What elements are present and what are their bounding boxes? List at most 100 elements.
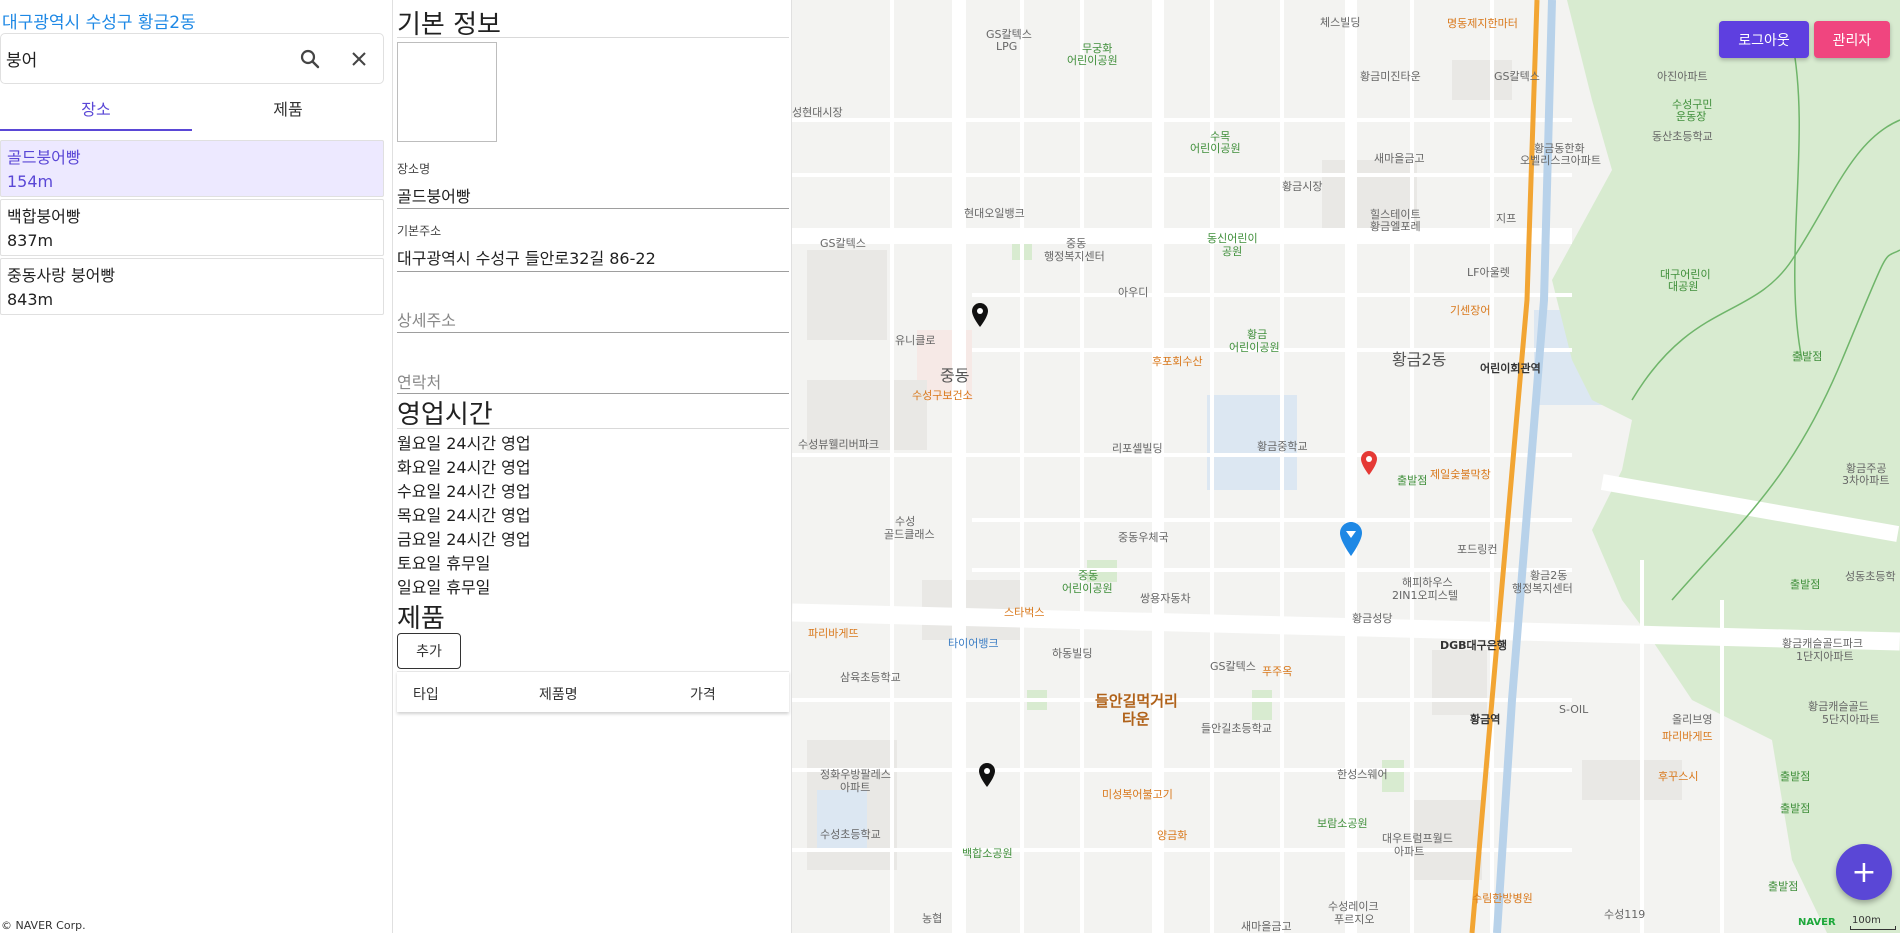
divider xyxy=(397,37,789,38)
hours-row-sun: 일요일 휴무일 xyxy=(397,578,491,597)
map-label: 황금성당 xyxy=(1352,612,1393,625)
map-label: 황금미진타운 xyxy=(1360,70,1421,83)
map-label: 골드클래스 xyxy=(884,528,935,541)
hours-row-sat: 토요일 휴무일 xyxy=(397,554,491,573)
map-label: 올리브영 xyxy=(1672,713,1713,726)
map-label: 하동빌딩 xyxy=(1052,647,1093,660)
list-item[interactable]: 백합붕어빵 837m xyxy=(0,199,384,256)
address-field[interactable]: 대구광역시 수성구 들안로32길 86-22 xyxy=(397,245,656,269)
map-label: 미성복어불고기 xyxy=(1102,788,1173,801)
map-scale-bar xyxy=(1850,926,1896,930)
map-label: 어린이공원 xyxy=(1067,54,1118,67)
store-marker-pin-icon[interactable] xyxy=(979,763,995,787)
map-label: 운동장 xyxy=(1676,110,1707,123)
map-label: 양금화 xyxy=(1157,829,1188,842)
admin-button[interactable]: 관리자 xyxy=(1814,21,1890,58)
basic-info-title: 기본 정보 xyxy=(397,10,501,40)
map-label: 황금시장 xyxy=(1282,180,1323,193)
map-label: 수성초등학교 xyxy=(820,828,881,841)
contact-field[interactable]: 연락처 xyxy=(397,369,441,393)
current-location-title[interactable]: 대구광역시 수성구 황금2동 xyxy=(2,8,196,33)
map-label: 농협 xyxy=(922,912,943,925)
store-marker-pin-icon[interactable] xyxy=(972,303,988,327)
map-label: 5단지아파트 xyxy=(1822,713,1880,726)
map-label: 제일숯불막창 xyxy=(1430,468,1491,481)
map-label: 타이어뱅크 xyxy=(948,637,999,650)
logout-button[interactable]: 로그아웃 xyxy=(1719,21,1809,58)
map-label: 체스빌딩 xyxy=(1320,16,1361,29)
map-label: DGB대구은행 xyxy=(1440,639,1508,652)
map-label: 스타벅스 xyxy=(1004,606,1045,619)
current-location-marker-icon[interactable] xyxy=(1340,522,1362,556)
detail-address-field[interactable]: 상세주소 xyxy=(397,307,456,331)
place-name-field[interactable]: 골드붕어빵 xyxy=(397,183,471,207)
map-label: 리포셀빌딩 xyxy=(1112,442,1163,455)
map-label: 들안길초등학교 xyxy=(1201,722,1272,735)
map-label: 출발점 xyxy=(1397,474,1428,487)
map-label: 2IN1오피스텔 xyxy=(1392,589,1458,602)
map-label: 출발점 xyxy=(1768,880,1799,893)
map-label: 후꾸스시 xyxy=(1658,770,1699,783)
map-label: 백합소공원 xyxy=(962,847,1013,860)
map-label: 중동우체국 xyxy=(1118,531,1169,544)
add-product-button[interactable]: 추가 xyxy=(397,633,461,669)
map-label: 어린이공원 xyxy=(1229,341,1280,354)
map-label: 황금중학교 xyxy=(1257,440,1308,453)
map-label: 행정복지센터 xyxy=(1512,582,1573,595)
map-label: 어린이공원 xyxy=(1190,142,1241,155)
result-name: 백합붕어빵 xyxy=(7,207,81,226)
map-label: 아파트 xyxy=(840,781,871,794)
map-label: 3차아파트 xyxy=(1842,474,1890,487)
map-label: 새마을금고 xyxy=(1241,920,1292,933)
divider xyxy=(397,428,789,429)
map-label: 타운 xyxy=(1122,710,1150,728)
map-label: GS칼텍스 xyxy=(1494,70,1540,83)
search-icon[interactable] xyxy=(295,44,325,74)
map-label: 새마을금고 xyxy=(1374,152,1425,165)
map-label: 황금역 xyxy=(1470,713,1501,726)
result-distance: 843m xyxy=(7,290,54,309)
search-box xyxy=(0,33,384,84)
map-label: 후포회수산 xyxy=(1152,355,1203,368)
map-label: 출발점 xyxy=(1790,578,1821,591)
map-label: 아진아파트 xyxy=(1657,70,1708,83)
map-label: 쌍용자동차 xyxy=(1140,592,1191,605)
list-item[interactable]: 골드붕어빵 154m xyxy=(0,140,384,197)
map-label: 명동제지한마터 xyxy=(1447,17,1518,30)
map-label: 보람소공원 xyxy=(1317,817,1368,830)
search-input[interactable] xyxy=(6,42,286,75)
map-label: LPG xyxy=(996,40,1018,53)
hours-row-mon: 월요일 24시간 영업 xyxy=(397,434,531,453)
column-product-name[interactable]: 제품명 xyxy=(539,684,578,704)
map-label: 동산초등학교 xyxy=(1652,130,1713,143)
place-detail-panel: 기본 정보 장소명 골드붕어빵 기본주소 대구광역시 수성구 들안로32길 86… xyxy=(393,0,792,933)
hours-row-fri: 금요일 24시간 영업 xyxy=(397,530,531,549)
place-name-label: 장소명 xyxy=(397,162,431,176)
selected-store-marker-pin-icon[interactable] xyxy=(1361,451,1377,475)
add-place-button[interactable]: + xyxy=(1836,844,1892,900)
map-label: GS칼텍스 xyxy=(820,237,866,250)
product-table-header: 타입 제품명 가격 xyxy=(397,671,789,712)
result-tabs: 장소 제품 xyxy=(0,88,384,131)
column-type[interactable]: 타입 xyxy=(413,684,439,704)
products-title: 제품 xyxy=(397,604,445,634)
result-distance: 154m xyxy=(7,172,54,191)
column-price[interactable]: 가격 xyxy=(690,684,716,704)
divider xyxy=(397,271,789,272)
place-photo[interactable] xyxy=(397,42,497,142)
map-label: 푸르지오 xyxy=(1334,913,1375,926)
map-label: 파리바게뜨 xyxy=(1662,730,1713,743)
list-item[interactable]: 중동사랑 붕어빵 843m xyxy=(0,258,384,315)
map-label: 기센장어 xyxy=(1450,304,1491,317)
tab-products[interactable]: 제품 xyxy=(192,88,384,131)
tab-places[interactable]: 장소 xyxy=(0,88,192,131)
map-label: 어린이회관역 xyxy=(1480,362,1541,375)
map-label: LF아울렛 xyxy=(1467,266,1510,279)
divider xyxy=(397,208,789,209)
clear-icon[interactable] xyxy=(344,44,374,74)
map-label: 황금엘포레 xyxy=(1370,220,1421,233)
map-label: 행정복지센터 xyxy=(1044,250,1105,263)
map-label: 출발점 xyxy=(1780,802,1811,815)
map-view[interactable]: 체스빌딩 명동제지한마터 GS칼텍스 LPG 무궁화 어린이공원 황금미진타운 … xyxy=(792,0,1900,933)
map-label: 출발점 xyxy=(1780,770,1811,783)
